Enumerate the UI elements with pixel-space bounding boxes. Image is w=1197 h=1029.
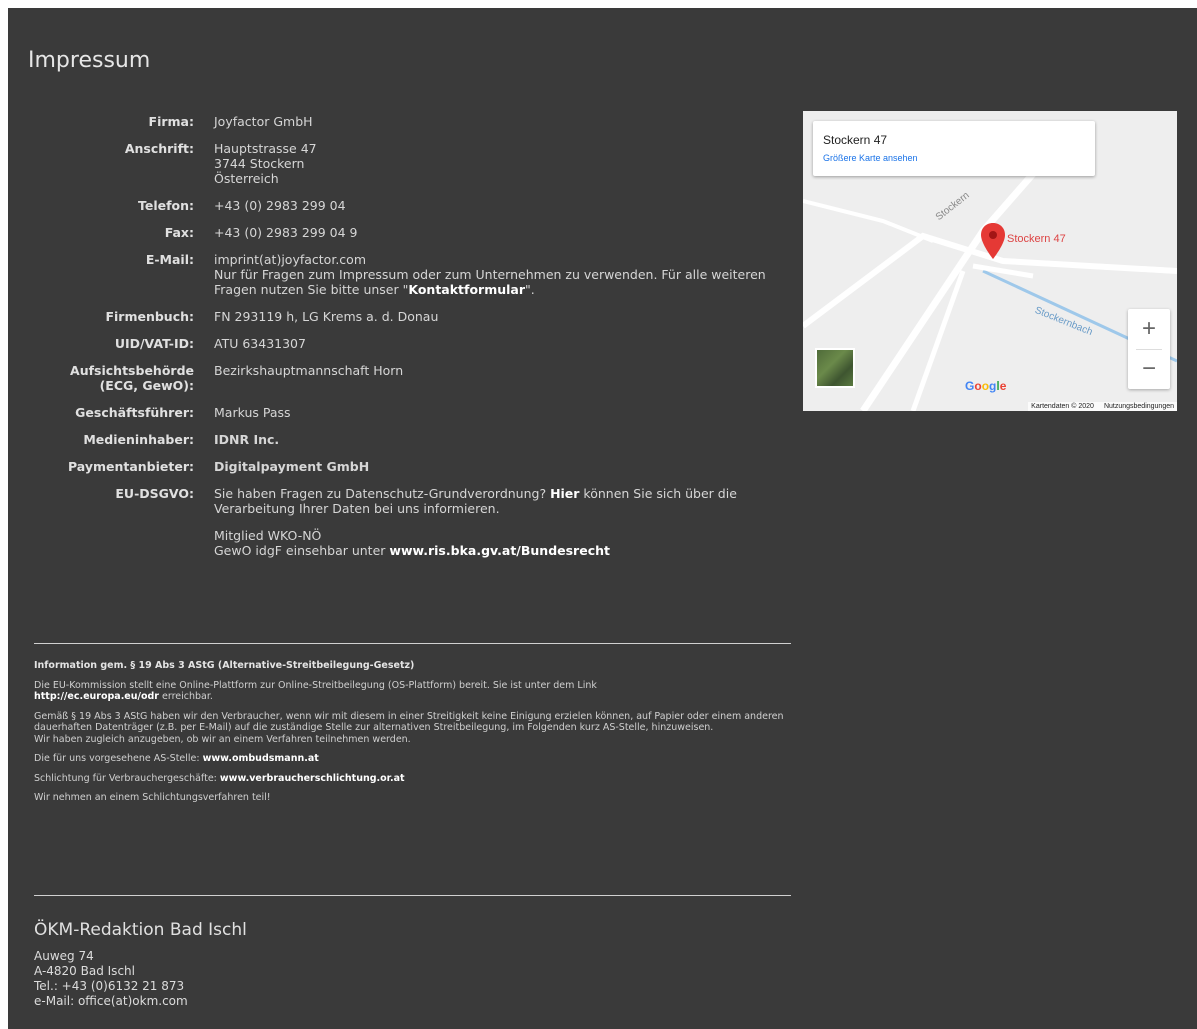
gewo-line: GewO idgF einsehbar unter www.ris.bka.gv… bbox=[214, 543, 790, 558]
astg-p2-text: Gemäß § 19 Abs 3 AStG haben wir den Verb… bbox=[34, 710, 784, 734]
value-email: imprint(at)joyfactor.com Nur für Fragen … bbox=[214, 252, 790, 309]
map-data-credit: Kartendaten © 2020 bbox=[1031, 403, 1094, 410]
media-owner-link[interactable]: IDNR Inc. bbox=[214, 432, 790, 459]
astg-p2b-text: Wir haben zugleich anzugeben, ob wir an … bbox=[34, 733, 411, 745]
office-phone: Tel.: +43 (0)6132 21 873 bbox=[34, 979, 185, 993]
astg-paragraph-1: Die EU-Kommission stellt eine Online-Pla… bbox=[34, 680, 791, 703]
wko-member: Mitglied WKO-NÖ bbox=[214, 528, 322, 543]
page-title: Impressum bbox=[28, 48, 151, 73]
label-aufsicht-line2: (ECG, GewO): bbox=[99, 378, 194, 393]
dsgvo-text: Sie haben Fragen zu Datenschutz-Grundver… bbox=[214, 486, 790, 516]
label-firmenbuch: Firmenbuch: bbox=[105, 309, 194, 324]
google-logo-letter: e bbox=[999, 379, 1007, 393]
email-address: imprint(at)joyfactor.com bbox=[214, 252, 366, 267]
google-logo-letter: o bbox=[981, 379, 990, 393]
office-city: A-4820 Bad Ischl bbox=[34, 964, 135, 978]
email-note: Nur für Fragen zum Impressum oder zum Un… bbox=[214, 267, 790, 297]
zoom-control: + − bbox=[1128, 309, 1170, 389]
value-telefon: +43 (0) 2983 299 04 bbox=[214, 198, 346, 213]
value-uid: ATU 63431307 bbox=[214, 336, 306, 351]
imprint-table: Firma: Joyfactor GmbH Anschrift: Hauptst… bbox=[34, 114, 790, 570]
row-aufsicht: Aufsichtsbehörde (ECG, GewO): Bezirkshau… bbox=[34, 363, 790, 405]
address-city: 3744 Stockern bbox=[214, 156, 305, 171]
map-pin-icon[interactable] bbox=[981, 223, 1005, 259]
map-attribution: Kartendaten © 2020 Nutzungsbedingungen bbox=[1028, 402, 1177, 411]
value-aufsicht: Bezirkshauptmannschaft Horn bbox=[214, 363, 404, 378]
office-title: ÖKM-Redaktion Bad Ischl bbox=[34, 920, 247, 940]
label-email: E-Mail: bbox=[145, 252, 194, 267]
label-fax: Fax: bbox=[164, 225, 194, 240]
map-embed[interactable]: Stockern Stockernbach Stockern 47 Größer… bbox=[803, 111, 1177, 411]
row-anschrift: Anschrift: Hauptstrasse 47 3744 Stockern… bbox=[34, 141, 790, 198]
label-telefon: Telefon: bbox=[137, 198, 194, 213]
value-geschaeftsfuehrer: Markus Pass bbox=[214, 405, 291, 420]
value-fax: +43 (0) 2983 299 04 9 bbox=[214, 225, 358, 240]
zoom-in-button[interactable]: + bbox=[1128, 309, 1170, 349]
zoom-out-button[interactable]: − bbox=[1128, 349, 1170, 389]
map-pin-label: Stockern 47 bbox=[1007, 233, 1066, 245]
office-email: e-Mail: office(at)okm.com bbox=[34, 994, 188, 1008]
contact-form-link[interactable]: Kontaktformular bbox=[408, 282, 525, 297]
row-firma: Firma: Joyfactor GmbH bbox=[34, 114, 790, 141]
verbraucherschlichtung-link[interactable]: www.verbraucherschlichtung.or.at bbox=[220, 773, 405, 784]
odr-link[interactable]: http://ec.europa.eu/odr bbox=[34, 691, 159, 702]
label-anschrift: Anschrift: bbox=[124, 141, 194, 156]
astg-paragraph-3: Die für uns vorgesehene AS-Stelle: www.o… bbox=[34, 753, 791, 765]
email-note-end: ". bbox=[525, 282, 535, 297]
dsgvo-text-before: Sie haben Fragen zu Datenschutz-Grundver… bbox=[214, 486, 551, 501]
ris-link[interactable]: www.ris.bka.gv.at/Bundesrecht bbox=[389, 543, 610, 558]
map-place-name: Stockern 47 bbox=[823, 133, 888, 147]
ombudsmann-link[interactable]: www.ombudsmann.at bbox=[203, 753, 319, 764]
impressum-panel: Impressum Firma: Joyfactor GmbH Anschrif… bbox=[8, 8, 1197, 1029]
value-anschrift: Hauptstrasse 47 3744 Stockern Österreich bbox=[214, 141, 790, 198]
astg-paragraph-2: Gemäß § 19 Abs 3 AStG haben wir den Verb… bbox=[34, 711, 791, 746]
astg-paragraph-4: Schlichtung für Verbrauchergeschäfte: ww… bbox=[34, 773, 791, 785]
astg-p1-text: Die EU-Kommission stellt eine Online-Pla… bbox=[34, 679, 597, 691]
label-aufsicht-line1: Aufsichtsbehörde bbox=[70, 363, 194, 378]
label-geschaeftsfuehrer: Geschäftsführer: bbox=[75, 405, 194, 420]
row-uid: UID/VAT-ID: ATU 63431307 bbox=[34, 336, 790, 363]
label-aufsicht: Aufsichtsbehörde (ECG, GewO): bbox=[34, 363, 214, 405]
row-email: E-Mail: imprint(at)joyfactor.com Nur für… bbox=[34, 252, 790, 309]
value-dsgvo: Sie haben Fragen zu Datenschutz-Grundver… bbox=[214, 486, 790, 570]
label-uid: UID/VAT-ID: bbox=[114, 336, 194, 351]
label-firma: Firma: bbox=[148, 114, 194, 129]
label-payment: Paymentanbieter: bbox=[67, 459, 194, 474]
satellite-toggle-button[interactable] bbox=[815, 348, 855, 388]
larger-map-link[interactable]: Größere Karte ansehen bbox=[823, 153, 918, 163]
row-fax: Fax: +43 (0) 2983 299 04 9 bbox=[34, 225, 790, 252]
row-medieninhaber: Medieninhaber: IDNR Inc. bbox=[34, 432, 790, 459]
dsgvo-here-link[interactable]: Hier bbox=[550, 486, 579, 501]
payment-provider-link[interactable]: Digitalpayment GmbH bbox=[214, 459, 790, 486]
row-firmenbuch: Firmenbuch: FN 293119 h, LG Krems a. d. … bbox=[34, 309, 790, 336]
astg-p1-after: erreichbar. bbox=[159, 691, 213, 702]
row-geschaeftsfuehrer: Geschäftsführer: Markus Pass bbox=[34, 405, 790, 432]
address-street: Hauptstrasse 47 bbox=[214, 141, 317, 156]
office-address: Auweg 74 A-4820 Bad Ischl Tel.: +43 (0)6… bbox=[34, 949, 188, 1009]
astg-p3-text: Die für uns vorgesehene AS-Stelle: bbox=[34, 753, 203, 764]
office-street: Auweg 74 bbox=[34, 949, 94, 963]
astg-information: Information gem. § 19 Abs 3 AStG (Altern… bbox=[34, 660, 791, 812]
row-telefon: Telefon: +43 (0) 2983 299 04 bbox=[34, 198, 790, 225]
divider-bottom bbox=[34, 895, 791, 896]
address-country: Österreich bbox=[214, 171, 279, 186]
terms-link[interactable]: Nutzungsbedingungen bbox=[1104, 403, 1174, 410]
row-payment: Paymentanbieter: Digitalpayment GmbH bbox=[34, 459, 790, 486]
label-medieninhaber: Medieninhaber: bbox=[83, 432, 194, 447]
value-firma: Joyfactor GmbH bbox=[214, 114, 313, 129]
divider-top bbox=[34, 643, 791, 644]
row-dsgvo: EU-DSGVO: Sie haben Fragen zu Datenschut… bbox=[34, 486, 790, 570]
label-dsgvo: EU-DSGVO: bbox=[115, 486, 194, 501]
gewo-text: GewO idgF einsehbar unter bbox=[214, 543, 390, 558]
astg-p4-text: Schlichtung für Verbrauchergeschäfte: bbox=[34, 772, 220, 784]
value-firmenbuch: FN 293119 h, LG Krems a. d. Donau bbox=[214, 309, 439, 324]
map-info-card: Stockern 47 Größere Karte ansehen bbox=[813, 121, 1095, 176]
google-logo-letter: o bbox=[974, 379, 982, 393]
astg-paragraph-5: Wir nehmen an einem Schlichtungsverfahre… bbox=[34, 792, 271, 803]
astg-heading: Information gem. § 19 Abs 3 AStG (Altern… bbox=[34, 660, 415, 671]
google-logo: Google bbox=[965, 379, 1006, 393]
google-logo-letter: G bbox=[965, 379, 975, 393]
